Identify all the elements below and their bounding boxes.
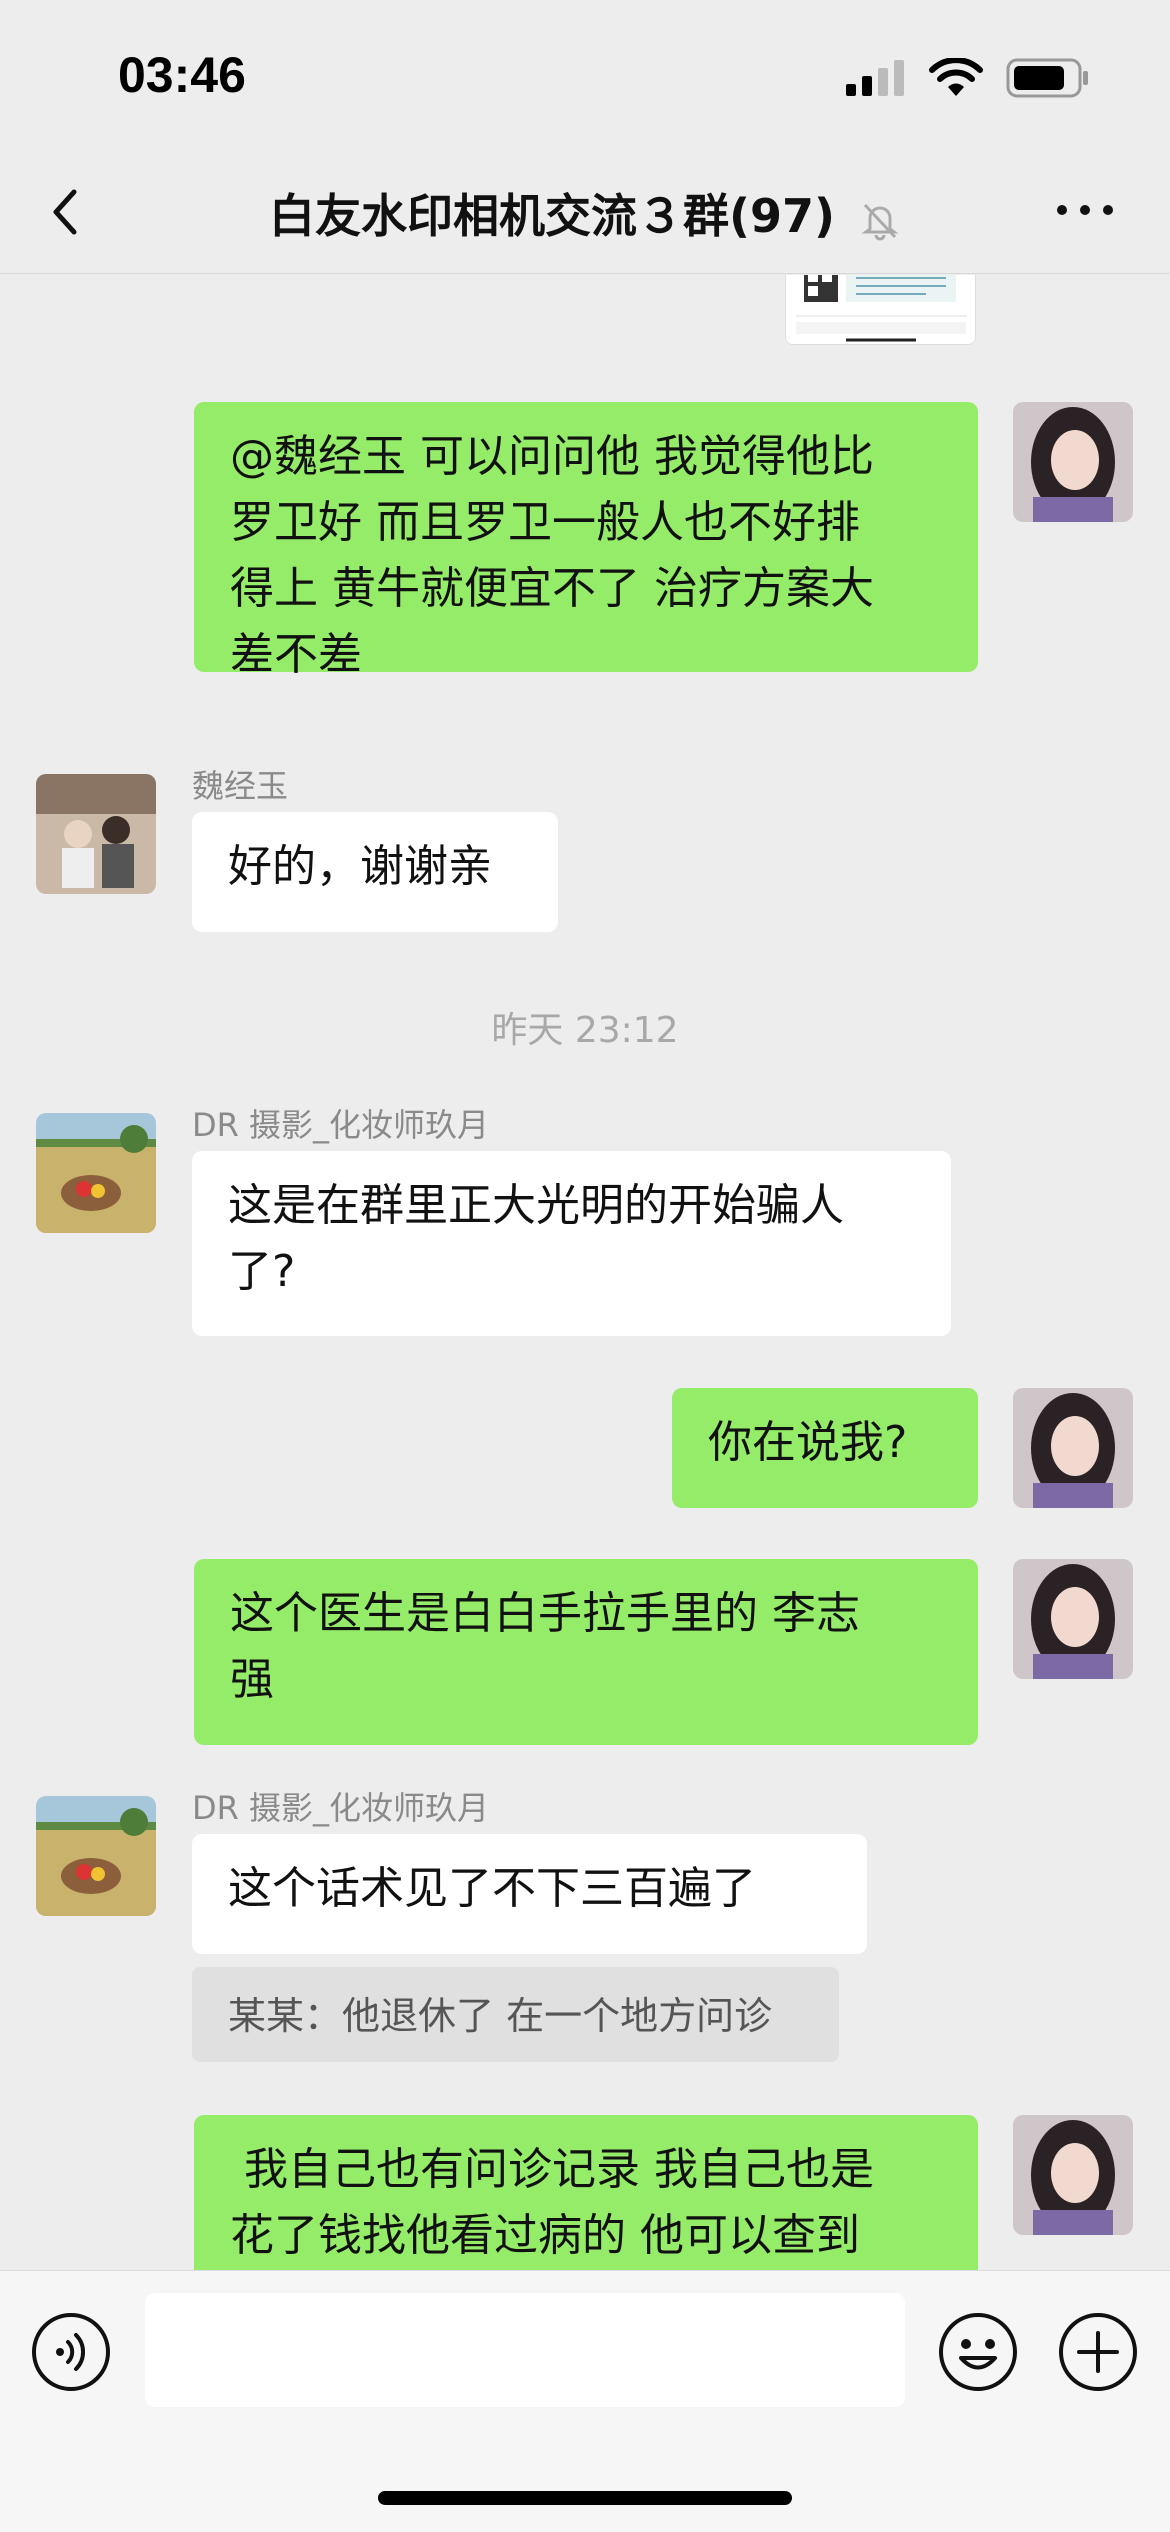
avatar-portrait-icon (1013, 1388, 1133, 1508)
message-bubble-other[interactable]: 这个话术见了不下三百遍了 (192, 1834, 867, 1954)
chat-header: 白友水印相机交流３群(97) (0, 150, 1170, 274)
more-button[interactable] (1050, 190, 1120, 230)
more-functions-button[interactable] (1057, 2311, 1139, 2393)
message-bubble-other[interactable]: 这是在群里正大光明的开始骗人 了? (192, 1151, 951, 1336)
message-bubble-own[interactable]: 我自己也有问诊记录 我自己也是 花了钱找他看过病的 他可以查到 (194, 2115, 978, 2270)
wifi-icon (929, 58, 983, 96)
chat-title-wrap: 白友水印相机交流３群(97) (0, 180, 1170, 246)
message-line: 这个医生是白白手拉手里的 李志 (230, 1588, 860, 1639)
my-avatar[interactable] (1013, 1388, 1133, 1508)
signal-icon (846, 60, 904, 96)
message-bubble-own[interactable]: @魏经玉 可以问问他 我觉得他比 罗卫好 而且罗卫一般人也不好排 得上 黄牛就便… (194, 402, 978, 680)
home-indicator[interactable] (378, 2491, 792, 2505)
avatar-portrait-icon (1013, 402, 1133, 522)
message-line: 得上 黄牛就便宜不了 治疗方案大 (230, 563, 874, 614)
message-line: 好的，谢谢亲 (228, 841, 492, 892)
shared-image-message[interactable] (785, 275, 976, 345)
message-line: 了? (228, 1246, 296, 1297)
more-dots-icon (1057, 205, 1113, 215)
my-avatar[interactable] (1013, 402, 1133, 522)
message-bubble-own[interactable]: 你在说我? (672, 1388, 978, 1508)
input-bar (0, 2270, 1170, 2532)
sender-name: DR 摄影_化妆师玖月 (192, 1106, 490, 1144)
avatar-photo-icon (36, 774, 156, 894)
sender-avatar[interactable] (36, 774, 156, 894)
status-icons (844, 58, 1090, 98)
quoted-message[interactable]: 某某：他退休了 在一个地方问诊 (192, 1967, 839, 2062)
avatar-portrait-icon (1013, 1559, 1133, 1679)
message-line: 差不差 (230, 629, 362, 680)
message-line: @魏经玉 可以问问他 我觉得他比 (230, 431, 874, 482)
avatar-portrait-icon (1013, 2115, 1133, 2235)
message-line: 罗卫好 而且罗卫一般人也不好排 (230, 497, 860, 548)
chat-message-list[interactable]: @魏经玉 可以问问他 我觉得他比 罗卫好 而且罗卫一般人也不好排 得上 黄牛就便… (0, 275, 1170, 2270)
emoji-icon (939, 2313, 1017, 2391)
timestamp: 昨天 23:12 (491, 1010, 679, 1051)
avatar-picnic-icon (36, 1796, 156, 1916)
shared-screenshot-thumbnail (786, 275, 975, 344)
sender-name: DR 摄影_化妆师玖月 (192, 1789, 490, 1827)
chat-title: 白友水印相机交流３群(97) (268, 189, 836, 243)
plus-circle-icon (1059, 2313, 1137, 2391)
avatar-picnic-icon (36, 1113, 156, 1233)
sender-avatar[interactable] (36, 1113, 156, 1233)
voice-button[interactable] (30, 2311, 112, 2393)
status-time: 03:46 (118, 47, 246, 103)
message-line: 你在说我? (708, 1417, 908, 1468)
emoji-button[interactable] (937, 2311, 1019, 2393)
status-bar: 03:46 (0, 0, 1170, 150)
my-avatar[interactable] (1013, 1559, 1133, 1679)
sender-avatar[interactable] (36, 1796, 156, 1916)
message-input[interactable] (145, 2293, 905, 2407)
voice-icon (32, 2313, 110, 2391)
message-line: 花了钱找他看过病的 他可以查到 (230, 2210, 860, 2261)
bell-slash-icon (861, 203, 899, 240)
message-line: 这是在群里正大光明的开始骗人 (228, 1180, 844, 1231)
message-bubble-own[interactable]: 这个医生是白白手拉手里的 李志 强 (194, 1559, 978, 1745)
message-line: 这个话术见了不下三百遍了 (228, 1863, 756, 1914)
message-bubble-other[interactable]: 好的，谢谢亲 (192, 812, 558, 932)
message-line: 我自己也有问诊记录 我自己也是 (230, 2144, 874, 2195)
message-line: 强 (230, 1654, 274, 1705)
battery-icon (1006, 58, 1088, 98)
my-avatar[interactable] (1013, 2115, 1133, 2235)
sender-name: 魏经玉 (192, 767, 289, 805)
